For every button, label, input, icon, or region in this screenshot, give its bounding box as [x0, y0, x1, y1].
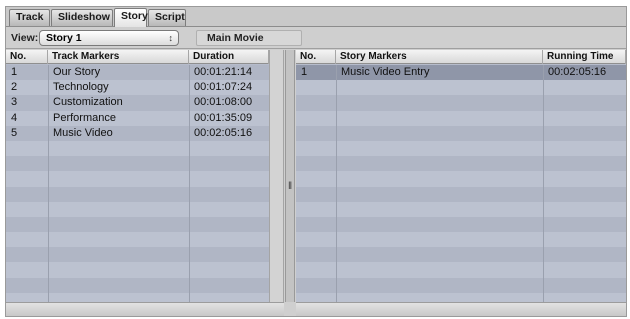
split-view-divider[interactable]: ‖ — [285, 50, 295, 302]
empty-table-row[interactable] — [6, 216, 269, 233]
main-movie-field: Main Movie — [196, 30, 302, 46]
table-cell: 00:01:08:00 — [194, 96, 253, 109]
col-header-duration[interactable]: Duration — [189, 50, 269, 64]
story-table-header: No. Story Markers Running Time — [296, 50, 626, 64]
table-cell: 1 — [301, 66, 308, 78]
table-cell: Music Video — [53, 126, 113, 139]
story-markers-table: No. Story Markers Running Time 1 Music Vi… — [296, 50, 626, 302]
track-table-header: No. Track Markers Duration — [6, 50, 269, 64]
view-popup[interactable]: Story 1 ↕ — [39, 30, 179, 46]
table-row[interactable]: 1 Music Video Entry 00:02:05:16 — [296, 65, 626, 81]
track-table-horizontal-scrollbar[interactable] — [6, 302, 284, 316]
table-cell: Customization — [53, 96, 123, 109]
column-divider — [336, 65, 337, 302]
table-row[interactable]: 5 Music Video 00:02:05:16 — [6, 125, 269, 141]
empty-table-row[interactable] — [296, 110, 626, 126]
view-label: View: — [11, 32, 39, 44]
view-row: View: Story 1 ↕ Main Movie — [6, 28, 626, 49]
empty-table-row[interactable] — [6, 292, 269, 302]
table-cell: 5 — [11, 126, 18, 139]
tab-track[interactable]: Track — [9, 9, 50, 26]
empty-table-row[interactable] — [296, 95, 626, 111]
story-panel: Track Slideshow Story Script View: Story… — [5, 6, 627, 317]
table-row[interactable]: 3 Customization 00:01:08:00 — [6, 95, 269, 111]
tab-script[interactable]: Script — [148, 9, 186, 26]
empty-table-row[interactable] — [6, 277, 269, 293]
table-cell: 1 — [11, 66, 18, 78]
empty-table-row[interactable] — [296, 216, 626, 233]
empty-table-row[interactable] — [296, 232, 626, 248]
table-cell: 00:02:05:16 — [194, 126, 253, 139]
table-cell: Performance — [53, 111, 116, 124]
table-cell: 00:02:05:16 — [548, 66, 607, 78]
tab-slideshow[interactable]: Slideshow — [51, 9, 113, 26]
empty-table-row[interactable] — [296, 186, 626, 202]
col-header-track-markers[interactable]: Track Markers — [48, 50, 189, 64]
window: Track Slideshow Story Script View: Story… — [0, 0, 630, 319]
empty-table-row[interactable] — [6, 171, 269, 187]
track-markers-table: No. Track Markers Duration 1 Our Story 00:… — [6, 50, 269, 302]
col-header-no[interactable]: No. — [6, 50, 48, 64]
empty-table-row[interactable] — [296, 171, 626, 187]
table-cell: Our Story — [53, 66, 101, 78]
empty-table-row[interactable] — [296, 201, 626, 217]
tab-story[interactable]: Story — [114, 8, 148, 27]
table-row[interactable]: 4 Performance 00:01:35:09 — [6, 110, 269, 126]
track-table-scroll-track[interactable] — [269, 50, 284, 302]
track-rows: 1 Our Story 00:01:21:14 2 Technology 00:01:07… — [6, 65, 269, 302]
empty-table-row[interactable] — [6, 140, 269, 157]
empty-table-row[interactable] — [296, 292, 626, 302]
table-cell: Music Video Entry — [341, 66, 430, 78]
empty-table-row[interactable] — [6, 156, 269, 172]
col-header-story-markers[interactable]: Story Markers — [336, 50, 543, 64]
table-cell: Technology — [53, 81, 109, 94]
table-cell: 00:01:21:14 — [194, 66, 253, 78]
table-cell: 00:01:07:24 — [194, 81, 253, 94]
column-divider — [543, 65, 544, 302]
tab-bar: Track Slideshow Story Script — [6, 7, 626, 27]
empty-table-row[interactable] — [6, 186, 269, 202]
col-header-running-time[interactable]: Running Time — [543, 50, 626, 64]
table-cell: 3 — [11, 96, 18, 109]
empty-table-row[interactable] — [296, 156, 626, 172]
splitter-grip-icon: ‖ — [288, 181, 293, 192]
column-divider — [48, 65, 49, 302]
empty-table-row[interactable] — [6, 201, 269, 217]
empty-table-row[interactable] — [296, 80, 626, 96]
empty-table-row[interactable] — [296, 125, 626, 141]
empty-table-row[interactable] — [296, 140, 626, 157]
up-down-arrows-icon: ↕ — [168, 33, 174, 43]
table-row[interactable]: 1 Our Story 00:01:21:14 — [6, 65, 269, 81]
table-cell: 4 — [11, 111, 18, 124]
story-rows: 1 Music Video Entry 00:02:05:16 — [296, 65, 626, 302]
table-row[interactable]: 2 Technology 00:01:07:24 — [6, 80, 269, 96]
empty-table-row[interactable] — [296, 262, 626, 278]
empty-table-row[interactable] — [296, 247, 626, 263]
empty-table-row[interactable] — [6, 232, 269, 248]
empty-table-row[interactable] — [6, 262, 269, 278]
table-cell: 00:01:35:09 — [194, 111, 253, 124]
col-header-no[interactable]: No. — [296, 50, 336, 64]
table-cell: 2 — [11, 81, 18, 94]
column-divider — [189, 65, 190, 302]
view-popup-value: Story 1 — [46, 32, 82, 44]
empty-table-row[interactable] — [6, 247, 269, 263]
story-table-horizontal-scrollbar[interactable] — [296, 302, 626, 316]
empty-table-row[interactable] — [296, 277, 626, 293]
